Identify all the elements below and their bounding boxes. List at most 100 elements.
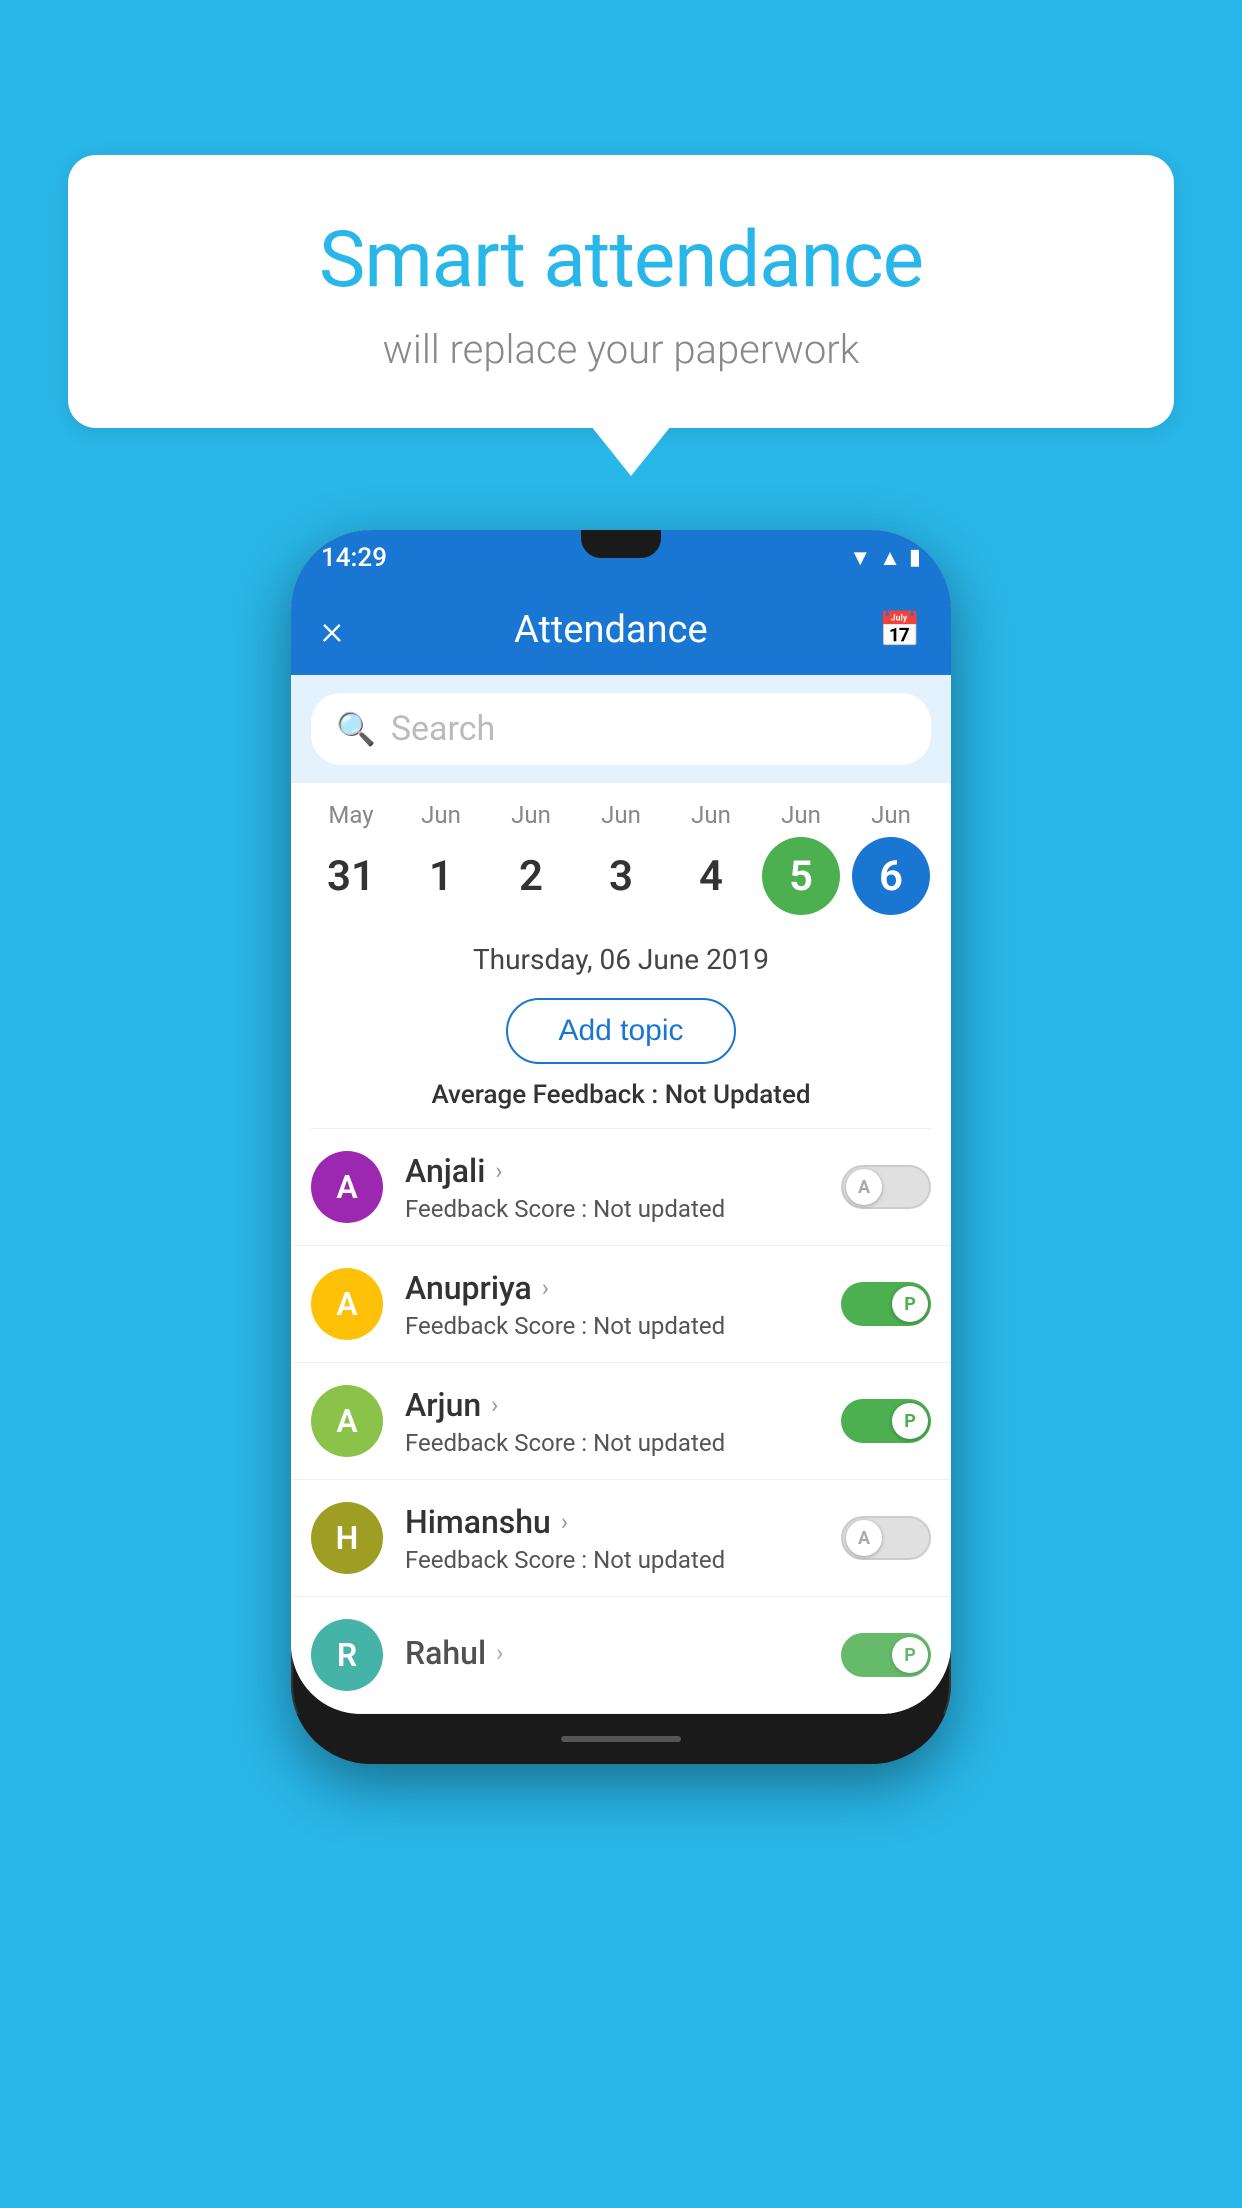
student-list: A Anjali › Feedback Score : Not updated …	[291, 1129, 951, 1714]
phone-frame: 14:29 ▼ ▲ ▮ × Attendance 📅 🔍 Search	[291, 530, 951, 1764]
student-info-anupriya: Anupriya › Feedback Score : Not updated	[405, 1269, 841, 1340]
date-cell-5[interactable]: Jun	[762, 801, 840, 829]
toggle-knob-anupriya: P	[892, 1286, 928, 1322]
attendance-toggle-anupriya[interactable]: P	[841, 1282, 931, 1326]
student-name-row-arjun[interactable]: Arjun ›	[405, 1386, 841, 1424]
wifi-icon: ▼	[849, 545, 871, 571]
student-name-anjali: Anjali	[405, 1152, 485, 1190]
average-feedback: Average Feedback : Not Updated	[291, 1080, 951, 1128]
chevron-right-icon-arjun: ›	[491, 1391, 498, 1419]
student-info-arjun: Arjun › Feedback Score : Not updated	[405, 1386, 841, 1457]
search-bar[interactable]: 🔍 Search	[311, 693, 931, 765]
feedback-value-arjun: Not updated	[593, 1429, 725, 1457]
search-bar-container: 🔍 Search	[291, 675, 951, 783]
attendance-toggle-rahul[interactable]: P	[841, 1633, 931, 1677]
feedback-label: Feedback Score :	[405, 1312, 593, 1340]
student-item-himanshu: H Himanshu › Feedback Score : Not update…	[291, 1480, 951, 1597]
month-label-0: May	[312, 801, 390, 829]
student-name-row-rahul[interactable]: Rahul ›	[405, 1634, 841, 1672]
phone-home-bar	[561, 1736, 681, 1742]
avatar-rahul: R	[311, 1619, 383, 1691]
toggle-anupriya[interactable]: P	[841, 1282, 931, 1326]
month-label-1: Jun	[402, 801, 480, 829]
close-button[interactable]: ×	[321, 606, 343, 655]
status-icons: ▼ ▲ ▮	[849, 545, 921, 571]
toggle-anjali[interactable]: A	[841, 1165, 931, 1209]
day-cell-5[interactable]: 5	[762, 837, 840, 915]
month-label-2: Jun	[492, 801, 570, 829]
app-bar: × Attendance 📅	[291, 585, 951, 675]
day-cell-1[interactable]: 1	[402, 837, 480, 915]
month-label-6: Jun	[852, 801, 930, 829]
day-4: 4	[672, 837, 750, 915]
toggle-himanshu[interactable]: A	[841, 1516, 931, 1560]
avatar-arjun: A	[311, 1385, 383, 1457]
date-cell-1[interactable]: Jun	[402, 801, 480, 829]
student-name-row-himanshu[interactable]: Himanshu ›	[405, 1503, 841, 1541]
signal-icon: ▲	[879, 545, 901, 571]
date-cell-2[interactable]: Jun	[492, 801, 570, 829]
avatar-anjali: A	[311, 1151, 383, 1223]
toggle-knob-anjali: A	[846, 1169, 882, 1205]
date-cell-6[interactable]: Jun	[852, 801, 930, 829]
date-cell-3[interactable]: Jun	[582, 801, 660, 829]
avg-feedback-value: Not Updated	[665, 1080, 811, 1110]
day-3: 3	[582, 837, 660, 915]
chevron-right-icon-rahul: ›	[496, 1639, 503, 1667]
day-cell-2[interactable]: 2	[492, 837, 570, 915]
phone-wrapper: 14:29 ▼ ▲ ▮ × Attendance 📅 🔍 Search	[291, 530, 951, 1764]
chevron-right-icon-anupriya: ›	[542, 1274, 549, 1302]
toggle-knob-himanshu: A	[846, 1520, 882, 1556]
student-info-anjali: Anjali › Feedback Score : Not updated	[405, 1152, 841, 1223]
status-time: 14:29	[321, 543, 387, 573]
day-cell-4[interactable]: 4	[672, 837, 750, 915]
toggle-arjun[interactable]: P	[841, 1399, 931, 1443]
avg-feedback-label: Average Feedback :	[431, 1080, 664, 1110]
battery-icon: ▮	[909, 545, 921, 570]
speech-bubble-tail	[591, 426, 671, 476]
attendance-toggle-anjali[interactable]: A	[841, 1165, 931, 1209]
calendar-icon[interactable]: 📅	[879, 610, 921, 650]
student-name-rahul: Rahul	[405, 1634, 486, 1672]
toggle-rahul[interactable]: P	[841, 1633, 931, 1677]
student-name-row-anjali[interactable]: Anjali ›	[405, 1152, 841, 1190]
attendance-toggle-himanshu[interactable]: A	[841, 1516, 931, 1560]
feedback-arjun: Feedback Score : Not updated	[405, 1429, 841, 1457]
day-31: 31	[312, 837, 390, 915]
add-topic-button[interactable]: Add topic	[506, 998, 735, 1064]
feedback-value-anupriya: Not updated	[593, 1312, 725, 1340]
day-cell-6[interactable]: 6	[852, 837, 930, 915]
student-item-arjun: A Arjun › Feedback Score : Not updated P	[291, 1363, 951, 1480]
date-picker: May Jun Jun Jun Jun Jun	[291, 783, 951, 925]
student-name-row-anupriya[interactable]: Anupriya ›	[405, 1269, 841, 1307]
app-title: Attendance	[514, 608, 708, 652]
feedback-anupriya: Feedback Score : Not updated	[405, 1312, 841, 1340]
phone-screen: 14:29 ▼ ▲ ▮ × Attendance 📅 🔍 Search	[291, 530, 951, 1714]
speech-bubble: Smart attendance will replace your paper…	[68, 155, 1174, 428]
feedback-label: Feedback Score :	[405, 1546, 593, 1574]
feedback-label: Feedback Score :	[405, 1429, 593, 1457]
avatar-himanshu: H	[311, 1502, 383, 1574]
speech-bubble-subtitle: will replace your paperwork	[118, 326, 1124, 373]
date-cell-4[interactable]: Jun	[672, 801, 750, 829]
selected-date: Thursday, 06 June 2019	[291, 925, 951, 988]
student-name-himanshu: Himanshu	[405, 1503, 551, 1541]
day-1: 1	[402, 837, 480, 915]
day-6-selected: 6	[852, 837, 930, 915]
feedback-value-himanshu: Not updated	[593, 1546, 725, 1574]
day-cell-0[interactable]: 31	[312, 837, 390, 915]
search-placeholder: Search	[391, 709, 495, 749]
month-label-4: Jun	[672, 801, 750, 829]
search-icon: 🔍	[336, 710, 376, 748]
student-info-himanshu: Himanshu › Feedback Score : Not updated	[405, 1503, 841, 1574]
day-cell-3[interactable]: 3	[582, 837, 660, 915]
day-5-today: 5	[762, 837, 840, 915]
day-2: 2	[492, 837, 570, 915]
feedback-value-anjali: Not updated	[593, 1195, 725, 1223]
speech-bubble-container: Smart attendance will replace your paper…	[68, 155, 1174, 478]
chevron-right-icon-anjali: ›	[495, 1157, 502, 1185]
toggle-knob-arjun: P	[892, 1403, 928, 1439]
attendance-toggle-arjun[interactable]: P	[841, 1399, 931, 1443]
student-item-anjali: A Anjali › Feedback Score : Not updated …	[291, 1129, 951, 1246]
date-cell-0[interactable]: May	[312, 801, 390, 829]
